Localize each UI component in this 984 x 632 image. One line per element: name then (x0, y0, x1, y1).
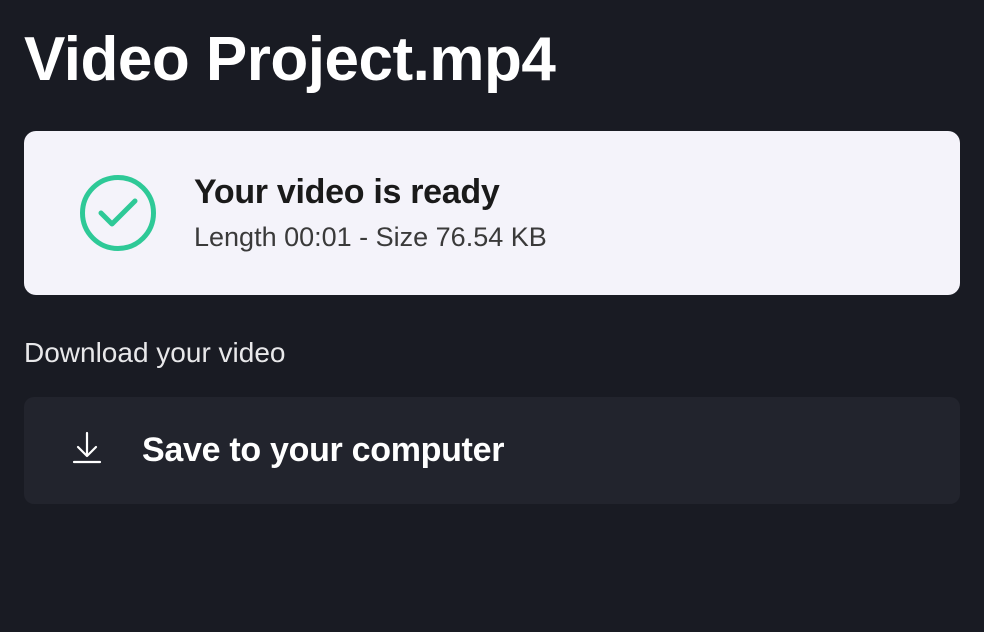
status-details: Length 00:01 - Size 76.54 KB (194, 222, 547, 253)
page-title: Video Project.mp4 (24, 24, 960, 95)
download-icon (72, 431, 102, 470)
success-check-icon (80, 175, 156, 251)
download-section-heading: Download your video (24, 337, 960, 369)
save-to-computer-button[interactable]: Save to your computer (24, 397, 960, 504)
status-text: Your video is ready Length 00:01 - Size … (194, 173, 547, 253)
status-heading: Your video is ready (194, 173, 547, 212)
status-card: Your video is ready Length 00:01 - Size … (24, 131, 960, 295)
save-button-label: Save to your computer (142, 431, 504, 470)
